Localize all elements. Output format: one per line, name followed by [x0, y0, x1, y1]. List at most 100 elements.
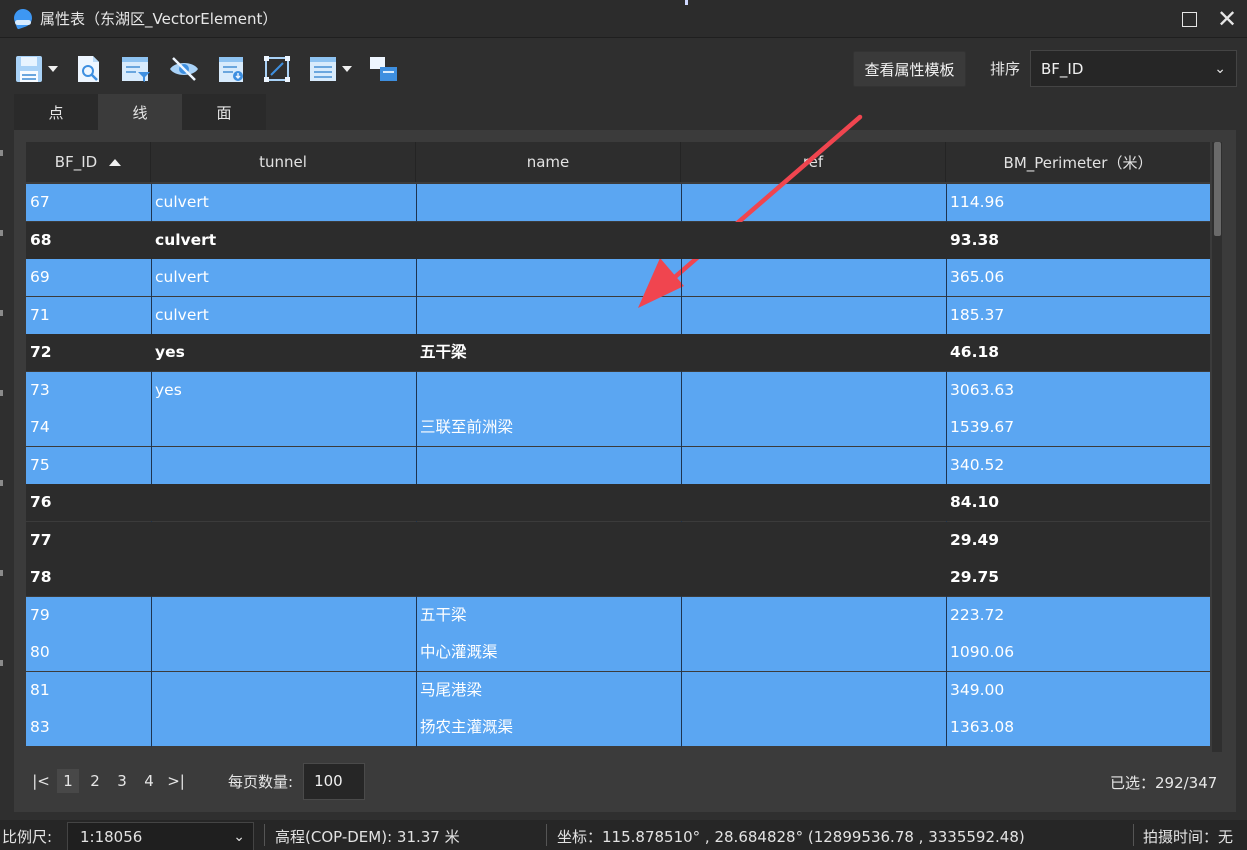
- table-row[interactable]: 69 culvert 365.06: [26, 259, 1210, 296]
- per-page-input[interactable]: 100: [303, 762, 366, 800]
- cell-tunnel: [151, 672, 416, 709]
- drag-marker: [685, 0, 688, 5]
- cell-bm-perimeter: 3063.63: [950, 380, 1015, 399]
- cell-bm-perimeter: 340.52: [950, 455, 1005, 474]
- cell-bm-perimeter: 93.38: [950, 230, 1000, 249]
- maximize-button[interactable]: [1175, 6, 1203, 32]
- cell-name: [416, 522, 681, 559]
- cell-bf-id: 75: [30, 455, 50, 474]
- table-row[interactable]: 67 culvert 114.96: [26, 184, 1210, 221]
- attribute-table-window: 属性表（东湖区_VectorElement） ✕ 查看属性模板 排序 BF_ID…: [0, 0, 1247, 850]
- view-attribute-template-button[interactable]: 查看属性模板: [853, 51, 966, 87]
- table-row[interactable]: 75 340.52: [26, 446, 1210, 484]
- table-row[interactable]: 68 culvert 93.38: [26, 221, 1210, 259]
- table-row[interactable]: 81 马尾港梁 349.00: [26, 671, 1210, 709]
- cell-ref: [681, 522, 946, 559]
- field-list-button[interactable]: [308, 52, 352, 86]
- window-title: 属性表（东湖区_VectorElement）: [40, 10, 278, 28]
- cell-bm-perimeter: 365.06: [950, 268, 1005, 286]
- table-row[interactable]: 80 中心灌溉渠 1090.06: [26, 634, 1210, 671]
- chevron-down-icon: ⌄: [233, 829, 245, 845]
- page-3-button[interactable]: 3: [111, 769, 133, 793]
- cell-bf-id: 83: [30, 718, 50, 736]
- column-header-ref[interactable]: ref: [681, 142, 946, 182]
- zoom-to-button[interactable]: [74, 52, 104, 86]
- cell-bm-perimeter: 84.10: [950, 493, 1000, 511]
- scale-select[interactable]: 1:18056 ⌄: [67, 822, 254, 850]
- page-2-button[interactable]: 2: [84, 769, 106, 793]
- cell-name: [416, 222, 681, 259]
- table-row[interactable]: 78 29.75: [26, 559, 1210, 596]
- tab-line[interactable]: 线: [98, 94, 182, 130]
- table-row[interactable]: 83 扬农主灌溉渠 1363.08: [26, 709, 1210, 746]
- cell-bm-perimeter: 29.75: [950, 568, 1000, 586]
- per-page-label: 每页数量:: [228, 772, 294, 791]
- cell-ref: [681, 184, 946, 221]
- cell-bm-perimeter: 1363.08: [950, 718, 1015, 736]
- cell-name: 五干梁: [420, 343, 467, 361]
- filter-button[interactable]: [120, 52, 152, 86]
- select-extent-button[interactable]: [262, 52, 292, 86]
- filter-icon: [122, 57, 150, 82]
- status-bar: 比例尺: 1:18056 ⌄ 高程(COP-DEM): 31.37 米 坐标：1…: [0, 820, 1247, 850]
- cell-ref: [681, 372, 946, 409]
- cell-tunnel: culvert: [155, 230, 217, 249]
- selected-count: 已选：292/347: [1110, 774, 1218, 792]
- cell-name: [416, 184, 681, 221]
- cell-tunnel: [151, 409, 416, 446]
- table-row[interactable]: 79 五干梁 223.72: [26, 596, 1210, 634]
- zoom-to-icon: [78, 56, 99, 82]
- save-button[interactable]: [14, 52, 58, 86]
- cell-bf-id: 76: [30, 493, 52, 511]
- cell-tunnel: [151, 484, 416, 521]
- column-header-name[interactable]: name: [416, 142, 681, 182]
- cell-tunnel: [151, 522, 416, 559]
- cell-bm-perimeter: 1539.67: [950, 418, 1015, 436]
- cell-bf-id: 67: [30, 193, 50, 211]
- sort-field-select[interactable]: BF_ID ⌄: [1030, 50, 1237, 87]
- vertical-scrollbar[interactable]: [1212, 142, 1222, 752]
- export-button[interactable]: [216, 52, 246, 86]
- maximize-icon: [1181, 11, 1197, 27]
- page-1-button[interactable]: 1: [57, 769, 79, 793]
- column-header-label: BM_Perimeter（米）: [1003, 153, 1153, 172]
- scale-value: 1:18056: [80, 828, 143, 846]
- cell-name: [416, 259, 681, 296]
- cell-bm-perimeter: 185.37: [950, 305, 1005, 324]
- sort-ascending-icon: [109, 158, 122, 166]
- cell-bf-id: 81: [30, 680, 50, 699]
- save-icon: [16, 56, 42, 82]
- cell-ref: [681, 222, 946, 259]
- cell-ref: [681, 297, 946, 334]
- cell-bf-id: 68: [30, 230, 52, 249]
- page-4-button[interactable]: 4: [138, 769, 160, 793]
- coordinate-readout: 坐标：115.878510° , 28.684828° (12899536.78…: [557, 828, 1025, 846]
- first-page-button[interactable]: |<: [30, 769, 52, 793]
- column-header-tunnel[interactable]: tunnel: [151, 142, 416, 182]
- table-row[interactable]: 76 84.10: [26, 484, 1210, 521]
- cell-bm-perimeter: 29.49: [950, 530, 1000, 549]
- last-page-button[interactable]: >|: [165, 769, 187, 793]
- column-header-bm-perimeter[interactable]: BM_Perimeter（米）: [946, 142, 1210, 182]
- hide-icon: [170, 57, 198, 81]
- chevron-down-icon: ⌄: [1214, 61, 1226, 77]
- tab-point[interactable]: 点: [14, 94, 98, 130]
- table-row[interactable]: 74 三联至前洲梁 1539.67: [26, 409, 1210, 446]
- table-row[interactable]: 77 29.49: [26, 521, 1210, 559]
- pagination: |< 1 2 3 4 >| 每页数量: 100: [30, 762, 366, 800]
- relate-button[interactable]: [368, 52, 400, 86]
- scrollbar-thumb[interactable]: [1214, 142, 1221, 236]
- table-row[interactable]: 73 yes 3063.63: [26, 371, 1210, 409]
- cell-name: 扬农主灌溉渠: [420, 718, 514, 736]
- cell-bf-id: 72: [30, 343, 52, 361]
- table-row[interactable]: 72 yes 五干梁 46.18: [26, 334, 1210, 371]
- cell-tunnel: [151, 447, 416, 484]
- cell-tunnel: yes: [155, 380, 182, 399]
- close-button[interactable]: ✕: [1213, 6, 1241, 32]
- table-row[interactable]: 71 culvert 185.37: [26, 296, 1210, 334]
- cell-name: [416, 559, 681, 596]
- hide-button[interactable]: [168, 52, 200, 86]
- cell-bm-perimeter: 223.72: [950, 605, 1005, 624]
- column-header-bf-id[interactable]: BF_ID: [26, 142, 151, 182]
- tab-polygon[interactable]: 面: [182, 94, 266, 130]
